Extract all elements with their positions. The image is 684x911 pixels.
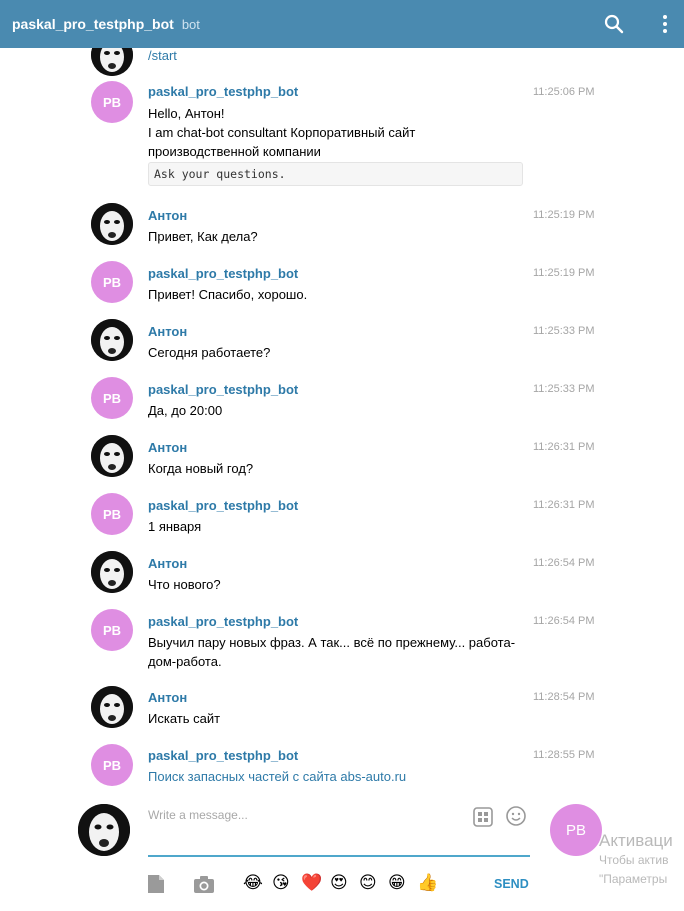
message-text: Когда новый год?: [148, 461, 254, 476]
watermark-line: Чтобы актив: [599, 853, 669, 867]
message-text[interactable]: /start: [148, 48, 538, 65]
message-time: 11:25:33 PM: [533, 325, 595, 337]
message-time: 11:26:31 PM: [533, 441, 595, 453]
message-time: 11:28:54 PM: [533, 691, 595, 703]
message-text: дом-работа.: [148, 654, 222, 669]
message-text[interactable]: Поиск запасных частей с сайта abs-auto.r…: [148, 767, 538, 786]
message-sender[interactable]: Антон: [148, 324, 187, 339]
message-sender[interactable]: Антон: [148, 208, 187, 223]
search-icon[interactable]: [603, 13, 625, 35]
bot-avatar[interactable]: PB: [91, 261, 133, 303]
emoji-grin[interactable]: 😁: [388, 872, 406, 894]
emoji-joy[interactable]: 😂: [243, 872, 263, 894]
message-sender[interactable]: Антон: [148, 440, 187, 455]
message-time: 11:25:33 PM: [533, 383, 595, 395]
camera-icon[interactable]: [193, 875, 215, 895]
document-icon[interactable]: [147, 874, 165, 894]
code-block: Ask your questions.: [148, 162, 523, 186]
input-underline: [148, 855, 530, 857]
message-text: Hello, Антон!: [148, 106, 225, 121]
user-avatar[interactable]: [91, 551, 133, 593]
message-sender[interactable]: paskal_pro_testphp_bot: [148, 266, 298, 281]
user-avatar[interactable]: [91, 203, 133, 245]
bot-avatar[interactable]: PB: [91, 81, 133, 123]
emoji-heart-eyes[interactable]: 😍: [330, 872, 348, 894]
smile-icon[interactable]: [505, 805, 527, 827]
windows-activation-watermark: Активаци Чтобы актив "Параметры: [599, 831, 684, 889]
bot-commands-icon[interactable]: [472, 806, 494, 828]
watermark-title: Активаци: [599, 831, 673, 850]
message-text: производственной компании: [148, 144, 321, 159]
message-history[interactable]: /start PB paskal_pro_testphp_bot 11:25:0…: [0, 48, 684, 798]
message-time: 11:26:31 PM: [533, 499, 595, 511]
message-text: Сегодня работаете?: [148, 345, 271, 360]
message-time: 11:28:55 PM: [533, 749, 595, 761]
user-avatar[interactable]: [91, 319, 133, 361]
chat-title[interactable]: paskal_pro_testphp_bot: [12, 16, 174, 32]
message-text: Да, до 20:00: [148, 403, 223, 418]
message-sender[interactable]: paskal_pro_testphp_bot: [148, 382, 298, 397]
emoji-kiss[interactable]: 😘: [272, 872, 290, 894]
my-avatar[interactable]: [78, 804, 130, 856]
bot-avatar[interactable]: PB: [91, 493, 133, 535]
bot-avatar[interactable]: PB: [91, 609, 133, 651]
message-time: 11:26:54 PM: [533, 557, 595, 569]
emoji-heart[interactable]: ❤️: [301, 872, 322, 894]
chat-header: paskal_pro_testphp_bot bot: [0, 0, 684, 48]
message-input[interactable]: [148, 804, 468, 826]
bot-avatar[interactable]: PB: [91, 377, 133, 419]
message-time: 11:25:19 PM: [533, 267, 595, 279]
message-composer: PB 😂 😘 ❤️ 😍 😊 😁 👍 SEND Активаци Чтобы ак…: [0, 798, 684, 911]
peer-avatar[interactable]: PB: [550, 804, 602, 856]
message-text: Привет, Как дела?: [148, 229, 258, 244]
user-avatar[interactable]: [91, 435, 133, 477]
message-time: 11:25:06 PM: [533, 86, 595, 98]
message-sender[interactable]: paskal_pro_testphp_bot: [148, 498, 298, 513]
message-sender[interactable]: Антон: [148, 690, 187, 705]
emoji-thumbs-up[interactable]: 👍: [417, 872, 438, 894]
message-sender[interactable]: paskal_pro_testphp_bot: [148, 84, 298, 99]
message-text: 1 января: [148, 519, 202, 534]
message-text: Что нового?: [148, 577, 221, 592]
send-button[interactable]: SEND: [494, 877, 529, 891]
user-avatar[interactable]: [91, 48, 133, 76]
bot-avatar[interactable]: PB: [91, 744, 133, 786]
chat-subtitle: bot: [181, 16, 200, 32]
user-avatar[interactable]: [91, 686, 133, 728]
message-text: I am chat-bot consultant Корпоративный с…: [148, 125, 416, 140]
message-text: Выучил пару новых фраз. А так... всё по …: [148, 635, 516, 650]
message-time: 11:26:54 PM: [533, 615, 595, 627]
watermark-line: "Параметры: [599, 872, 668, 886]
message-time: 11:25:19 PM: [533, 209, 595, 221]
more-vertical-icon[interactable]: [654, 13, 676, 35]
message-sender[interactable]: Антон: [148, 556, 187, 571]
message-text: Искать сайт: [148, 711, 221, 726]
message-text: Привет! Спасибо, хорошо.: [148, 287, 308, 302]
message-sender[interactable]: paskal_pro_testphp_bot: [148, 748, 298, 763]
emoji-blush[interactable]: 😊: [359, 872, 377, 894]
message-sender[interactable]: paskal_pro_testphp_bot: [148, 614, 298, 629]
